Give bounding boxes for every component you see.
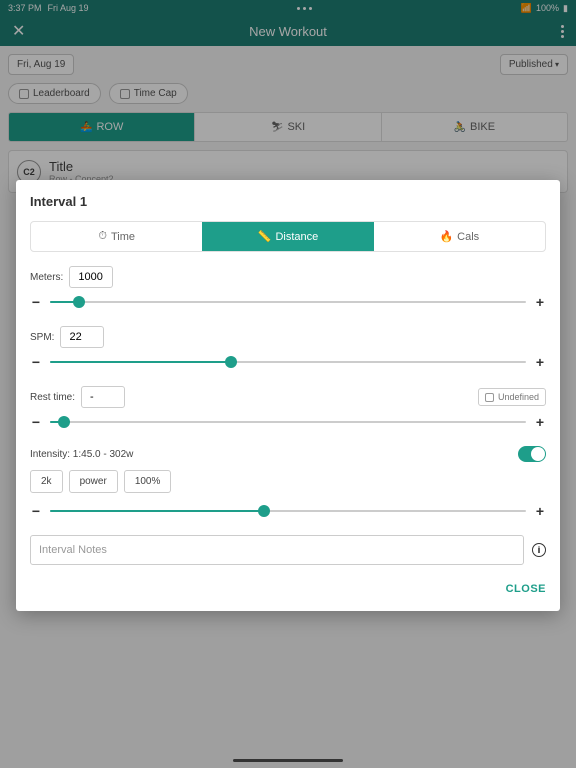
rest-label: Rest time: <box>30 392 75 403</box>
meters-slider[interactable] <box>50 301 526 303</box>
spm-row: SPM: − + <box>30 326 546 370</box>
spm-minus[interactable]: − <box>30 354 42 370</box>
tab-distance[interactable]: 📏Distance <box>202 222 373 251</box>
pill-power[interactable]: power <box>69 470 118 493</box>
intensity-row: Intensity: 1:45.0 - 302w 2k power 100% −… <box>30 446 546 519</box>
intensity-plus[interactable]: + <box>534 503 546 519</box>
spm-plus[interactable]: + <box>534 354 546 370</box>
rest-minus[interactable]: − <box>30 414 42 430</box>
clock-icon: ⏱ <box>98 230 107 243</box>
rest-slider[interactable] <box>50 421 526 423</box>
rest-row: Rest time: Undefined − + <box>30 386 546 430</box>
spm-input[interactable] <box>60 326 104 348</box>
spm-slider[interactable] <box>50 361 526 363</box>
interval-modal: Interval 1 ⏱Time 📏Distance 🔥Cals Meters:… <box>16 180 560 611</box>
notes-input[interactable]: Interval Notes <box>30 535 524 565</box>
fire-icon: 🔥 <box>439 230 453 243</box>
tab-time[interactable]: ⏱Time <box>31 222 202 251</box>
pill-2k[interactable]: 2k <box>30 470 63 493</box>
home-indicator[interactable] <box>233 759 343 762</box>
meters-row: Meters: − + <box>30 266 546 310</box>
distance-icon: 📏 <box>258 230 272 243</box>
meters-minus[interactable]: − <box>30 294 42 310</box>
intensity-slider[interactable] <box>50 510 526 512</box>
undefined-checkbox[interactable]: Undefined <box>478 388 546 406</box>
intensity-toggle[interactable] <box>518 446 546 462</box>
meters-input[interactable] <box>69 266 113 288</box>
interval-type-tabs: ⏱Time 📏Distance 🔥Cals <box>30 221 546 252</box>
info-icon[interactable]: i <box>532 543 546 557</box>
rest-input[interactable] <box>81 386 125 408</box>
tab-cals[interactable]: 🔥Cals <box>374 222 545 251</box>
spm-label: SPM: <box>30 332 54 343</box>
modal-title: Interval 1 <box>30 194 546 209</box>
intensity-minus[interactable]: − <box>30 503 42 519</box>
rest-plus[interactable]: + <box>534 414 546 430</box>
close-button[interactable]: CLOSE <box>506 583 546 595</box>
intensity-label: Intensity: 1:45.0 - 302w <box>30 449 133 460</box>
pill-pct[interactable]: 100% <box>124 470 172 493</box>
meters-label: Meters: <box>30 272 63 283</box>
meters-plus[interactable]: + <box>534 294 546 310</box>
